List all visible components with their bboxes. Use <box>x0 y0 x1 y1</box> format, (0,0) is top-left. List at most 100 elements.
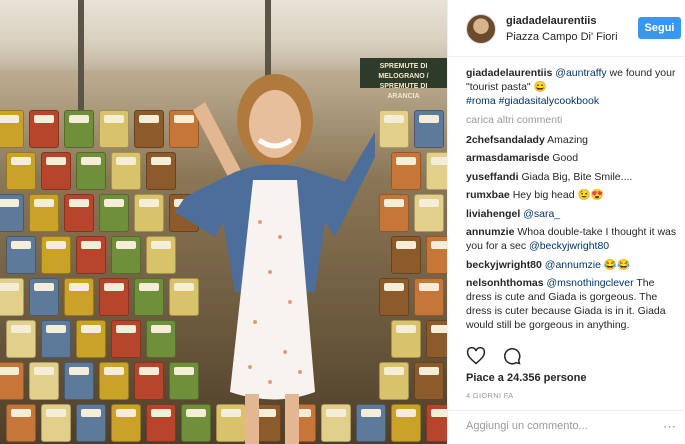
pasta-bag <box>134 110 164 148</box>
pasta-bag <box>391 236 421 274</box>
pasta-bag <box>29 194 59 232</box>
comment-input[interactable] <box>466 420 656 432</box>
pasta-bag <box>0 362 24 400</box>
pasta-bag <box>414 110 444 148</box>
comment-mention[interactable]: @annumzie <box>545 259 601 271</box>
comment-item: nelsonhthomas @msnothingclever The dress… <box>466 276 678 332</box>
comment-mention[interactable]: @beckyjwright80 <box>529 240 609 252</box>
comment-user[interactable]: yuseffandi <box>466 171 519 183</box>
pasta-bag <box>111 404 141 442</box>
comment-mention[interactable]: @msnothingclever <box>547 277 634 289</box>
caption-hashtags[interactable]: #roma #giadasitalycookbook <box>466 94 678 108</box>
comment-user[interactable]: annumzie <box>466 226 514 238</box>
pasta-bag <box>0 110 24 148</box>
pasta-bag <box>99 194 129 232</box>
pasta-bag <box>29 278 59 316</box>
pasta-bag <box>426 152 447 190</box>
pasta-bag <box>379 194 409 232</box>
pasta-bag <box>6 236 36 274</box>
more-options-icon[interactable]: ⋯ <box>663 419 676 435</box>
author-username[interactable]: giadadelaurentiis <box>506 15 596 27</box>
pasta-bag <box>6 404 36 442</box>
comment-text: Amazing <box>547 133 588 146</box>
caption-mention[interactable]: @auntraffy <box>555 67 606 79</box>
woman-figure <box>175 74 375 444</box>
pasta-bag <box>76 236 106 274</box>
pasta-bag <box>99 278 129 316</box>
post-sidebar: giadadelaurentiis Piazza Campo Di' Fiori… <box>447 0 685 444</box>
add-comment-bar: ⋯ <box>448 410 685 444</box>
post-date[interactable]: 4 GIORNI FA <box>466 391 513 400</box>
post-actions <box>466 346 534 368</box>
pasta-bag <box>391 320 421 358</box>
caption-author[interactable]: giadadelaurentiis <box>466 67 552 79</box>
pasta-bag <box>6 152 36 190</box>
pasta-bag <box>379 362 409 400</box>
pasta-bag <box>6 320 36 358</box>
follow-button[interactable]: Segui <box>638 17 681 39</box>
pasta-bag <box>76 152 106 190</box>
pasta-bag <box>41 404 71 442</box>
pasta-bag <box>414 278 444 316</box>
pasta-bag <box>134 278 164 316</box>
pasta-bag <box>64 362 94 400</box>
comment-item: yuseffandi Giada Big, Bite Smile.... <box>466 170 678 184</box>
pasta-bag <box>64 194 94 232</box>
comment-bubble-icon[interactable] <box>502 346 522 371</box>
pasta-bag <box>76 320 106 358</box>
pasta-bag <box>146 152 176 190</box>
pasta-bag <box>0 194 24 232</box>
pasta-bag <box>111 236 141 274</box>
pasta-bag <box>134 194 164 232</box>
pasta-bag <box>99 362 129 400</box>
pasta-bag <box>41 152 71 190</box>
pasta-bag <box>29 110 59 148</box>
pasta-bag <box>414 194 444 232</box>
pasta-bag <box>0 278 24 316</box>
comment-text: Hey big head 😉😍 <box>512 189 604 201</box>
pasta-bag <box>111 320 141 358</box>
caption: giadadelaurentiis @auntraffy we found yo… <box>466 66 678 108</box>
pasta-bag <box>426 320 447 358</box>
heart-icon[interactable] <box>466 346 486 371</box>
pasta-bag <box>41 236 71 274</box>
comment-user[interactable]: 2chefsandalady <box>466 134 545 146</box>
comment-text: Giada Big, Bite Smile.... <box>521 170 633 183</box>
comment-item: armasdamarisde Good <box>466 151 678 165</box>
pasta-bag <box>414 362 444 400</box>
pasta-bag <box>426 236 447 274</box>
pasta-bag <box>64 278 94 316</box>
pasta-bag <box>99 110 129 148</box>
comment-user[interactable]: armasdamarisde <box>466 152 549 164</box>
pasta-bag <box>391 404 421 442</box>
pasta-bag <box>146 320 176 358</box>
comment-user[interactable]: liviahengel <box>466 208 520 220</box>
pasta-bag <box>64 110 94 148</box>
load-more-comments[interactable]: carica altri commenti <box>466 113 678 127</box>
comment-text: Good <box>552 152 579 164</box>
likes-count[interactable]: Piace a 24.356 persone <box>466 372 586 384</box>
comment-item: beckyjwright80 @annumzie 😂😂 <box>466 258 678 272</box>
comment-user[interactable]: rumxbae <box>466 189 510 201</box>
comment-user[interactable]: beckyjwright80 <box>466 259 542 271</box>
pasta-bag <box>41 320 71 358</box>
location-link[interactable]: Piazza Campo Di' Fiori <box>506 31 618 43</box>
pasta-bag <box>111 152 141 190</box>
comment-item: liviahengel @sara_ <box>466 207 678 221</box>
pasta-bag <box>426 404 447 442</box>
comment-text: 😂😂 <box>600 258 631 271</box>
pasta-bag <box>391 152 421 190</box>
comment-mention[interactable]: @sara_ <box>523 208 560 220</box>
pasta-bag <box>379 278 409 316</box>
post-photo[interactable]: SPREMUTE DI MELOGRANO / SPREMUTE DI ARAN… <box>0 0 447 444</box>
pasta-bag <box>146 404 176 442</box>
comment-item: 2chefsandalady Amazing <box>466 133 678 147</box>
pasta-bag <box>146 236 176 274</box>
avatar[interactable] <box>466 14 496 44</box>
comment-item: annumzie Whoa double-take I thought it w… <box>466 225 678 253</box>
post-header: giadadelaurentiis Piazza Campo Di' Fiori… <box>448 0 685 57</box>
comment-user[interactable]: nelsonhthomas <box>466 277 544 289</box>
pasta-bag <box>76 404 106 442</box>
pasta-bag <box>134 362 164 400</box>
pasta-bag <box>379 110 409 148</box>
